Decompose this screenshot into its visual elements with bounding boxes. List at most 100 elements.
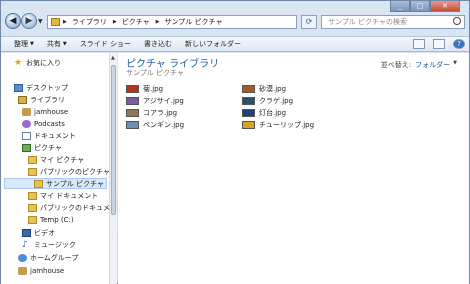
file-name: 灯台.jpg: [259, 108, 287, 117]
file-item[interactable]: 灯台.jpg: [242, 107, 286, 118]
sidebar-item-label: Temp (C:): [40, 215, 74, 224]
sidebar-item-video[interactable]: ビデオ: [22, 227, 55, 238]
chevron-right-icon[interactable]: ▶: [113, 19, 117, 25]
chevron-right-icon[interactable]: ▶: [63, 19, 67, 25]
organize-button[interactable]: 整理 ▼: [14, 39, 34, 49]
chevron-right-icon[interactable]: ▶: [156, 19, 160, 25]
video-icon: [22, 228, 31, 237]
new-folder-button[interactable]: 新しいフォルダー: [185, 39, 241, 49]
breadcrumb-pictures[interactable]: ピクチャ: [122, 17, 150, 27]
sidebar-item-libraries[interactable]: ライブラリ: [18, 94, 65, 105]
sidebar-item-temp[interactable]: Temp (C:): [28, 214, 74, 225]
burn-button[interactable]: 書き込む: [144, 39, 172, 49]
sidebar-item-public-pictures[interactable]: パブリックのピクチャ: [28, 166, 109, 177]
image-thumbnail: [126, 84, 139, 93]
address-bar[interactable]: ▶ ライブラリ ▶ ピクチャ ▶ サンプル ピクチャ: [47, 15, 297, 29]
sidebar-item-label: ビデオ: [34, 228, 55, 237]
file-item[interactable]: アジサイ.jpg: [126, 95, 184, 106]
breadcrumb-libraries[interactable]: ライブラリ: [72, 17, 107, 27]
folder-icon: [28, 191, 37, 200]
sidebar-item-favorites[interactable]: ★ お気に入り: [14, 57, 61, 68]
preview-pane-icon[interactable]: [433, 39, 445, 49]
slideshow-button[interactable]: スライド ショー: [80, 39, 131, 49]
sidebar-item-sample-pictures[interactable]: サンプル ピクチャ: [4, 178, 107, 189]
refresh-button[interactable]: ⟳: [301, 15, 317, 29]
chevron-down-icon: ▼: [30, 41, 34, 47]
minimize-button[interactable]: _: [390, 1, 410, 12]
share-button[interactable]: 共有 ▼: [47, 39, 67, 49]
sidebar-item-label: jamhouse: [34, 107, 69, 116]
navigation-pane: ★ お気に入り デスクトップ ライブラリ jamhouse Podcasts ド…: [1, 53, 109, 284]
folder-icon: [34, 179, 43, 188]
sidebar-item-label: デスクトップ: [26, 83, 68, 92]
sidebar-item-documents[interactable]: ドキュメント: [22, 130, 76, 141]
image-thumbnail: [242, 108, 255, 117]
star-icon: ★: [14, 57, 23, 68]
search-input[interactable]: サンプル ピクチャの検索: [321, 15, 465, 29]
sidebar-item-label: ミュージック: [34, 240, 76, 249]
sidebar-item-label: ピクチャ: [34, 143, 62, 152]
sidebar-item-homegroup[interactable]: ホームグループ: [18, 252, 78, 263]
sidebar-item-my-documents[interactable]: マイ ドキュメント: [28, 190, 98, 201]
close-button[interactable]: ✕: [430, 1, 460, 12]
sidebar-item-public-documents[interactable]: パブリックのドキュメン: [28, 202, 109, 213]
sidebar-item-pictures[interactable]: ピクチャ: [22, 142, 62, 153]
sidebar-item-label: マイ ピクチャ: [40, 155, 85, 164]
forward-button[interactable]: ▶: [21, 13, 37, 29]
sidebar-item-my-pictures[interactable]: マイ ピクチャ: [28, 154, 84, 165]
scroll-up-arrow-icon[interactable]: ▲: [111, 55, 115, 61]
user-folder-icon: [22, 107, 31, 116]
image-thumbnail: [242, 120, 255, 129]
organize-label: 整理: [14, 40, 28, 48]
sidebar-item-label: Podcasts: [34, 119, 65, 128]
recent-pages-dropdown-icon[interactable]: ▼: [38, 18, 43, 25]
folder-icon: [28, 215, 37, 224]
sidebar-item-jamhouse[interactable]: jamhouse: [22, 106, 68, 117]
file-item[interactable]: チューリップ.jpg: [242, 119, 314, 130]
sidebar-item-podcasts[interactable]: Podcasts: [22, 118, 65, 129]
search-placeholder: サンプル ピクチャの検索: [328, 18, 407, 26]
folder-icon: [28, 167, 37, 176]
search-icon[interactable]: [453, 17, 461, 25]
arrange-label: 並べ替え:: [380, 61, 412, 69]
file-item[interactable]: クラゲ.jpg: [242, 95, 293, 106]
breadcrumb-sample-pictures[interactable]: サンプル ピクチャ: [165, 17, 223, 27]
folder-icon: [28, 155, 37, 164]
scrollbar-thumb[interactable]: [111, 65, 116, 215]
sidebar-item-desktop[interactable]: デスクトップ: [14, 82, 68, 93]
command-bar: 整理 ▼ 共有 ▼ スライド ショー 書き込む 新しいフォルダー ?: [1, 36, 469, 52]
arrange-by[interactable]: 並べ替え: フォルダー ▼: [381, 60, 457, 70]
file-name: クラゲ.jpg: [259, 96, 294, 105]
document-icon: [22, 131, 31, 140]
sidebar-item-jamhouse-computer[interactable]: jamhouse: [18, 265, 64, 276]
maximize-button[interactable]: □: [410, 1, 430, 12]
sidebar-item-label: パブリックのドキュメン: [40, 203, 109, 212]
sidebar-item-label: サンプル ピクチャ: [46, 179, 104, 188]
sidebar-item-music[interactable]: ♪ ミュージック: [22, 239, 76, 250]
library-icon: [18, 95, 27, 104]
sidebar-item-label: jamhouse: [30, 266, 65, 275]
sidebar-item-label: お気に入り: [26, 58, 61, 67]
sidebar-item-label: ホームグループ: [30, 253, 79, 262]
sidebar-scrollbar[interactable]: ▲: [109, 53, 117, 284]
sidebar-item-label: ドキュメント: [34, 131, 76, 140]
file-item[interactable]: 菊.jpg: [126, 83, 163, 94]
sidebar-item-label: パブリックのピクチャ: [40, 167, 109, 176]
file-name: チューリップ.jpg: [259, 120, 315, 129]
file-name: ペンギン.jpg: [143, 120, 185, 129]
file-name: アジサイ.jpg: [143, 96, 184, 105]
back-button[interactable]: ◀: [5, 13, 21, 29]
explorer-window: _ □ ✕ ◀ ▶ ▼ ▶ ライブラリ ▶ ピクチャ ▶ サンプル ピクチャ ⟳…: [0, 0, 470, 284]
view-options-icon[interactable]: [413, 39, 425, 49]
file-item[interactable]: ペンギン.jpg: [126, 119, 184, 130]
image-thumbnail: [126, 96, 139, 105]
image-thumbnail: [126, 120, 139, 129]
help-icon[interactable]: ?: [453, 39, 465, 49]
music-note-icon: ♪: [22, 239, 28, 250]
file-item[interactable]: 砂漠.jpg: [242, 83, 286, 94]
file-item[interactable]: コアラ.jpg: [126, 107, 177, 118]
arrange-value[interactable]: フォルダー: [415, 60, 450, 70]
file-name: コアラ.jpg: [143, 108, 178, 117]
sidebar-item-label: ライブラリ: [30, 95, 65, 104]
chevron-down-icon[interactable]: ▼: [453, 60, 457, 70]
